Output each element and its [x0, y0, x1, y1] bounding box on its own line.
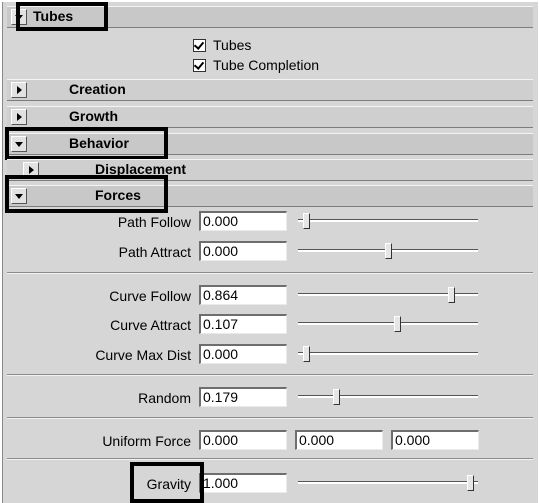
field-curve-follow[interactable]: 0.864	[199, 285, 287, 305]
highlight-box-gravity	[130, 462, 204, 503]
field-path-follow[interactable]: 0.000	[199, 211, 287, 231]
slider-path-follow[interactable]	[298, 212, 478, 230]
expand-arrow-icon[interactable]	[11, 82, 27, 98]
attribute-editor-panel: Tubes Tubes Tube Completion Creation Gro…	[2, 2, 538, 503]
frame-header-growth[interactable]: Growth	[7, 106, 533, 128]
expand-arrow-icon[interactable]	[11, 109, 27, 125]
slider-thumb[interactable]	[385, 243, 392, 259]
checkbox-label-tubes: Tubes	[213, 37, 252, 53]
checkmark-icon	[193, 39, 205, 50]
slider-thumb[interactable]	[303, 213, 311, 229]
field-uniform-force-y[interactable]: 0.000	[295, 430, 383, 450]
frame-title-creation: Creation	[69, 81, 126, 97]
checkbox-tubes[interactable]	[193, 39, 206, 52]
field-curve-attract[interactable]: 0.107	[199, 314, 287, 334]
slider-curve-attract[interactable]	[298, 315, 478, 333]
label-curve-attract: Curve Attract	[110, 317, 191, 333]
slider-thumb[interactable]	[303, 346, 311, 362]
divider	[7, 374, 533, 376]
field-uniform-force-x[interactable]: 0.000	[199, 430, 287, 450]
field-path-attract[interactable]: 0.000	[199, 241, 287, 261]
checkbox-tube-completion[interactable]	[193, 59, 206, 72]
frame-header-creation[interactable]: Creation	[7, 79, 533, 101]
label-path-attract: Path Attract	[118, 244, 191, 260]
slider-curve-max-dist[interactable]	[298, 345, 478, 363]
slider-random[interactable]	[298, 388, 478, 406]
highlight-box-forces	[5, 175, 168, 213]
checkmark-icon	[193, 59, 205, 70]
label-uniform-force: Uniform Force	[102, 433, 191, 449]
field-curve-max-dist[interactable]: 0.000	[199, 344, 287, 364]
slider-thumb[interactable]	[447, 287, 455, 303]
slider-thumb[interactable]	[393, 316, 401, 332]
divider	[7, 458, 533, 460]
field-gravity[interactable]: 1.000	[199, 473, 287, 493]
checkbox-label-tube-completion: Tube Completion	[213, 57, 320, 73]
frame-title-growth: Growth	[69, 108, 118, 124]
label-path-follow: Path Follow	[117, 214, 191, 230]
label-random: Random	[138, 390, 191, 406]
field-uniform-force-z[interactable]: 0.000	[391, 430, 479, 450]
slider-thumb[interactable]	[466, 475, 474, 491]
slider-gravity[interactable]	[298, 474, 478, 492]
divider	[7, 417, 533, 419]
field-random[interactable]: 0.179	[199, 387, 287, 407]
highlight-box-tubes	[16, 2, 108, 31]
highlight-box-behavior	[5, 127, 168, 160]
slider-path-attract[interactable]	[298, 242, 478, 260]
label-curve-follow: Curve Follow	[109, 288, 191, 304]
slider-curve-follow[interactable]	[298, 286, 478, 304]
label-curve-max-dist: Curve Max Dist	[95, 347, 191, 363]
slider-thumb[interactable]	[332, 389, 340, 405]
divider	[7, 272, 533, 274]
